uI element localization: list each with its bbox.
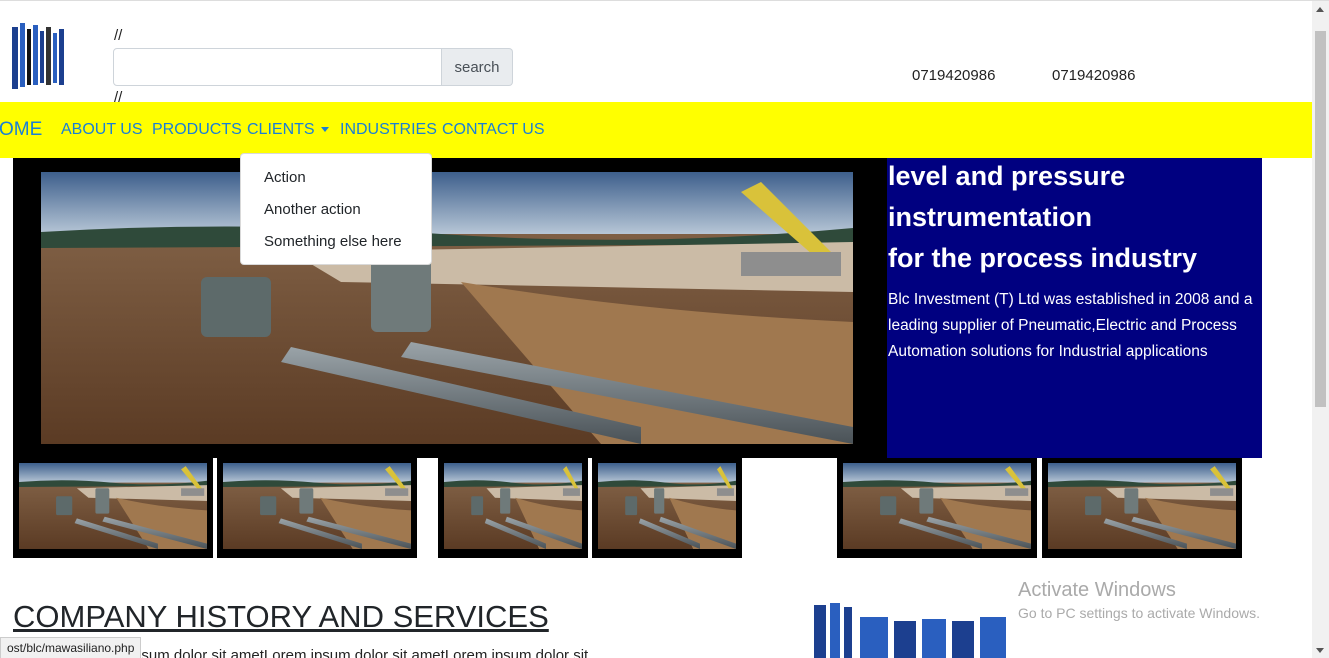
hero-title-line-3: for the process industry xyxy=(888,243,1198,273)
thumbnail-4[interactable] xyxy=(592,458,742,558)
nav-home[interactable]: OME xyxy=(0,119,42,141)
nav-about-us[interactable]: ABOUT US xyxy=(61,121,143,139)
search-button[interactable]: search xyxy=(442,48,513,86)
hero-title: level and pressure instrumentation for t… xyxy=(888,156,1256,279)
nav-clients-label: CLIENTS xyxy=(247,121,315,138)
dropdown-item-something-else[interactable]: Something else here xyxy=(241,226,431,258)
nav-industries[interactable]: INDUSTRIES xyxy=(340,121,437,139)
thumbnail-image xyxy=(598,463,736,549)
activate-windows-subtitle: Go to PC settings to activate Windows. xyxy=(1018,605,1260,621)
activate-windows-title: Activate Windows xyxy=(1018,579,1176,601)
thumbnail-1[interactable] xyxy=(13,458,213,558)
phone-number-2: 0719420986 xyxy=(1052,67,1136,84)
nav-products[interactable]: PRODUCTS xyxy=(152,121,242,139)
status-bar-url: ost/blc/mawasiliano.php xyxy=(0,637,142,658)
thumbnail-image xyxy=(444,463,582,549)
thumbnail-image xyxy=(1048,463,1236,549)
clients-dropdown-menu: Action Another action Something else her… xyxy=(240,153,432,265)
scrollbar-thumb[interactable] xyxy=(1315,31,1326,407)
hero-title-line-1: level and pressure xyxy=(888,161,1126,191)
vertical-scrollbar[interactable] xyxy=(1312,1,1329,658)
thumbnail-3[interactable] xyxy=(438,458,588,558)
hero-image xyxy=(13,158,887,458)
thumbnail-2[interactable] xyxy=(217,458,417,558)
hero-text-panel: level and pressure instrumentation for t… xyxy=(887,158,1262,458)
main-navbar: OME ABOUT US PRODUCTS CLIENTS INDUSTRIES… xyxy=(0,102,1312,158)
thumbnail-6[interactable] xyxy=(1042,458,1242,558)
thumbnail-5[interactable] xyxy=(837,458,1037,558)
caret-down-icon xyxy=(320,127,329,133)
thumbnail-image xyxy=(19,463,207,549)
search-input[interactable] xyxy=(113,48,442,86)
dropdown-item-action[interactable]: Action xyxy=(241,162,431,194)
hero-description: Blc Investment (T) Ltd was established i… xyxy=(888,291,1253,360)
scroll-up-icon[interactable] xyxy=(1316,7,1324,12)
partner-logo xyxy=(812,601,1012,658)
thumbnail-image xyxy=(223,463,411,549)
search-group: search xyxy=(113,48,513,86)
site-logo[interactable] xyxy=(10,19,68,93)
header-comment-top: // xyxy=(114,27,123,44)
section-title: COMPANY HISTORY AND SERVICES xyxy=(13,599,549,634)
scroll-down-icon[interactable] xyxy=(1316,648,1324,653)
phone-number-1: 0719420986 xyxy=(912,67,996,84)
nav-contact-us[interactable]: CONTACT US xyxy=(442,121,545,139)
nav-clients[interactable]: CLIENTS xyxy=(247,121,329,139)
page: // search // 0719420986 0719420986 OME A… xyxy=(0,0,1329,658)
dropdown-item-another-action[interactable]: Another action xyxy=(241,194,431,226)
hero-title-line-2: instrumentation xyxy=(888,202,1093,232)
thumbnail-image xyxy=(843,463,1031,549)
